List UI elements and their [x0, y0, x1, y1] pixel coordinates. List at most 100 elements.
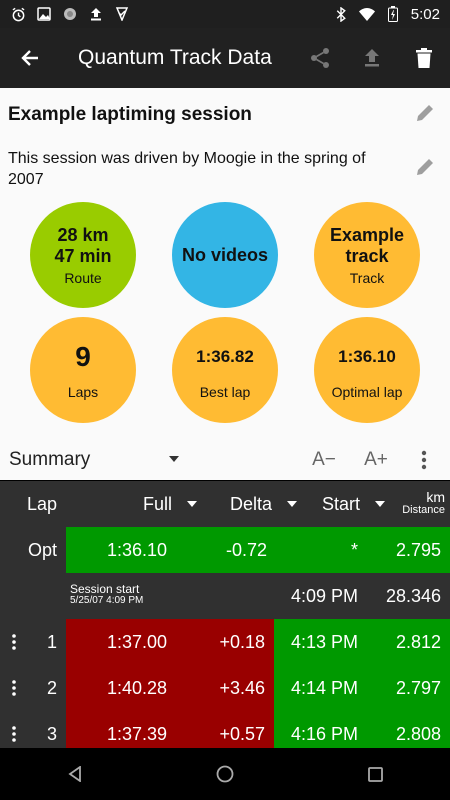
font-decrease-button[interactable]: A−: [308, 444, 340, 476]
header-start[interactable]: Start: [306, 481, 394, 527]
session-description: This session was driven by Moogie in the…: [8, 150, 366, 188]
table-row[interactable]: 1 1:37.00 +0.18 4:13 PM 2.812: [0, 619, 450, 665]
session-start-datetime: 5/25/07 4:09 PM: [70, 595, 144, 606]
upload-icon: [365, 49, 379, 67]
share-button[interactable]: [294, 28, 346, 88]
laps-label: Laps: [67, 383, 99, 400]
sort-caret-icon: [187, 501, 197, 507]
row-menu-button[interactable]: [0, 711, 28, 748]
more-vert-icon: [12, 726, 16, 742]
summary-toolbar: Summary A− A+: [0, 440, 450, 480]
summary-dropdown[interactable]: Summary: [9, 446, 179, 474]
header-delta-label: Delta: [229, 493, 272, 514]
lap-delta: +0.57: [176, 711, 274, 748]
route-circle[interactable]: 28 km 47 min Route: [30, 202, 136, 308]
back-button[interactable]: [0, 28, 60, 88]
opt-distance: 2.795: [370, 527, 450, 573]
track-name-line2: track: [345, 245, 389, 266]
delete-button[interactable]: [398, 28, 450, 88]
optimal-lap-label: Optimal lap: [331, 383, 403, 400]
table-row-session-start[interactable]: Session start 5/25/07 4:09 PM 4:09 PM 28…: [0, 573, 450, 619]
pencil-icon: [417, 105, 433, 121]
lap-full: 1:37.00: [66, 619, 176, 665]
bluetooth-icon: [333, 6, 349, 22]
session-start-distance: 28.346: [385, 585, 441, 606]
laps-value: 9: [75, 340, 91, 372]
delete-icon: [416, 48, 432, 68]
circle-home-icon: [216, 765, 234, 783]
header-lap[interactable]: Lap: [0, 481, 66, 527]
header-full[interactable]: Full: [66, 481, 206, 527]
lap-start: 4:14 PM: [274, 665, 370, 711]
status-bar: 5:02: [0, 0, 450, 28]
header-delta[interactable]: Delta: [206, 481, 306, 527]
system-nav-bar: [0, 748, 450, 800]
status-time: 5:02: [410, 5, 440, 23]
alarm-icon: [10, 6, 26, 22]
table-row[interactable]: 2 1:40.28 +3.46 4:14 PM 2.797: [0, 665, 450, 711]
session-overview: Example laptiming session This session w…: [0, 88, 450, 480]
app-actions: [294, 28, 450, 88]
opt-full: 1:36.10: [66, 527, 176, 573]
videos-circle[interactable]: No videos: [172, 202, 278, 308]
summary-selected: Summary: [9, 449, 91, 470]
triangle-back-icon: [68, 766, 81, 782]
edit-description-button[interactable]: [412, 154, 438, 180]
edit-title-button[interactable]: [412, 100, 438, 126]
nav-back-button[interactable]: [45, 748, 105, 800]
session-title: Example laptiming session: [8, 104, 252, 125]
more-vert-icon: [12, 634, 16, 650]
track-label: Track: [349, 269, 385, 286]
app-title: Quantum Track Data: [78, 46, 272, 69]
track-circle[interactable]: Example track Track: [314, 202, 420, 308]
lap-number: 3: [46, 723, 57, 744]
row-menu-button[interactable]: [0, 619, 28, 665]
opt-start: *: [276, 527, 370, 573]
status-right: 5:02: [333, 6, 440, 23]
opt-delta: -0.72: [176, 527, 276, 573]
image-icon: [36, 6, 52, 22]
route-label: Route: [64, 269, 102, 286]
table-row-optimal[interactable]: Opt 1:36.10 -0.72 * 2.795: [0, 527, 450, 573]
best-lap-value: 1:36.82: [196, 346, 254, 366]
header-distance[interactable]: km Distance: [394, 481, 450, 527]
font-increase-button[interactable]: A+: [360, 444, 392, 476]
overflow-menu-button[interactable]: [412, 444, 436, 476]
optimal-lap-value: 1:36.10: [338, 346, 396, 366]
header-full-label: Full: [142, 493, 172, 514]
lap-full: 1:37.39: [66, 711, 176, 748]
table-row[interactable]: 3 1:37.39 +0.57 4:16 PM 2.808: [0, 711, 450, 748]
upload-icon: [88, 6, 104, 22]
track-name-line1: Example: [329, 224, 405, 245]
best-lap-circle[interactable]: 1:36.82 Best lap: [172, 317, 278, 423]
back-arrow-icon: [21, 50, 38, 66]
share-icon: [311, 48, 329, 68]
optimal-lap-circle[interactable]: 1:36.10 Optimal lap: [314, 317, 420, 423]
table-header: Lap Full Delta Start km Distance: [0, 481, 450, 527]
sort-caret-icon: [375, 501, 385, 507]
battery-icon: [385, 6, 401, 22]
nav-recents-button[interactable]: [345, 748, 405, 800]
row-menu-button[interactable]: [0, 665, 28, 711]
opt-lap: Opt: [27, 539, 57, 560]
laps-circle[interactable]: 9 Laps: [30, 317, 136, 423]
lap-full: 1:40.28: [66, 665, 176, 711]
more-vert-icon: [421, 450, 427, 470]
session-start-info: Session start 5/25/07 4:09 PM: [70, 583, 143, 607]
header-distance-label: Distance: [402, 504, 445, 516]
lap-start: 4:13 PM: [274, 619, 370, 665]
session-start-label: Session start: [70, 582, 140, 596]
pencil-icon: [417, 159, 433, 175]
wifi-icon: [358, 6, 375, 22]
lap-distance: 2.797: [370, 665, 450, 711]
sort-caret-icon: [287, 501, 297, 507]
check-icon: [114, 6, 130, 22]
header-distance-unit: km: [426, 489, 445, 505]
more-vert-icon: [12, 680, 16, 696]
route-distance: 28 km: [57, 224, 109, 245]
lap-delta: +0.18: [176, 619, 274, 665]
lap-number: 2: [46, 677, 57, 698]
upload-button[interactable]: [346, 28, 398, 88]
best-lap-label: Best lap: [199, 383, 251, 400]
nav-home-button[interactable]: [195, 748, 255, 800]
